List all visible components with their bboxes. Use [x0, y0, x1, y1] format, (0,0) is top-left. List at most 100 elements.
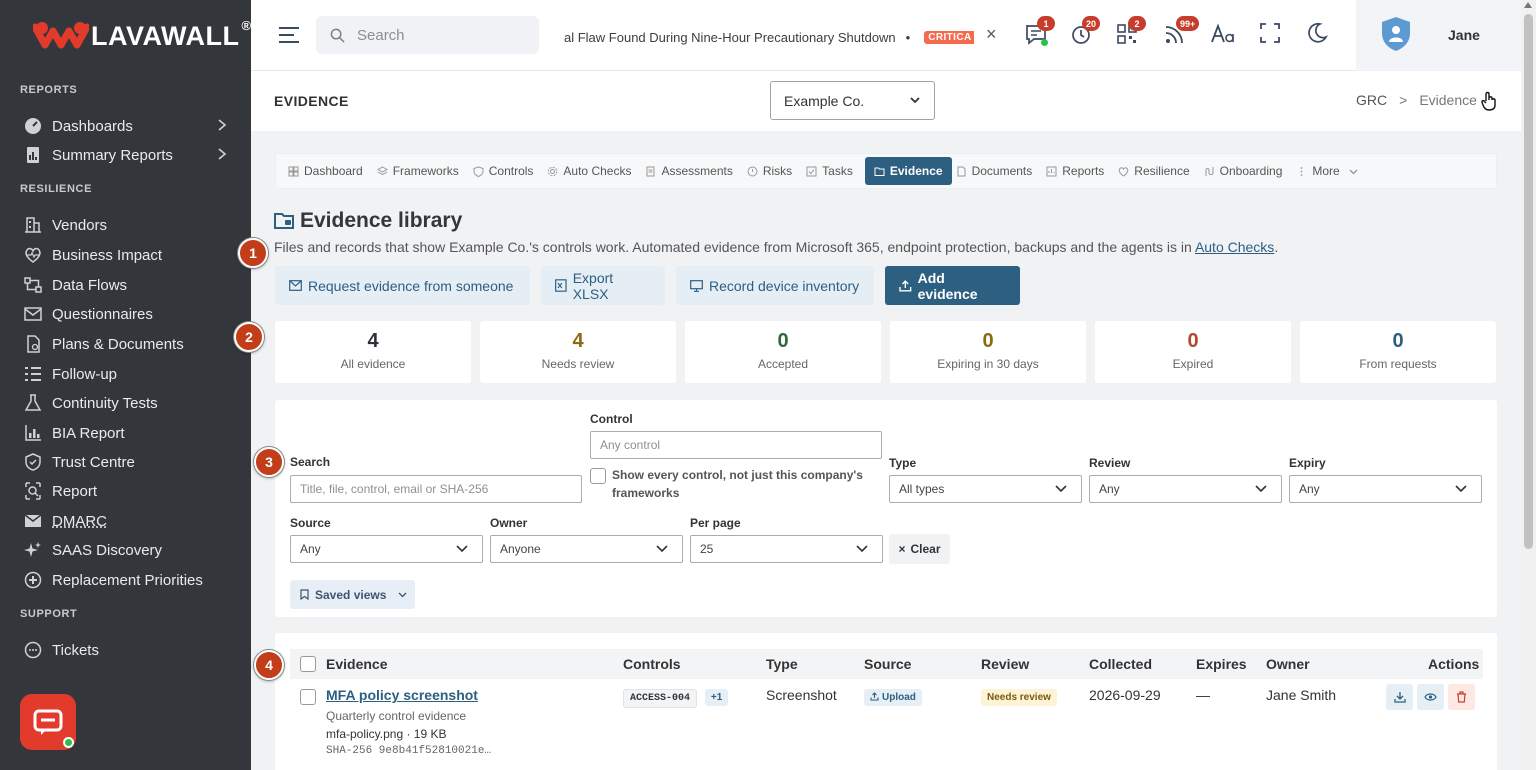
- sidebar-item-dmarc[interactable]: DMARC: [24, 509, 236, 533]
- news-ticker[interactable]: al Flaw Found During Nine-Hour Precautio…: [554, 28, 974, 46]
- select-all-checkbox[interactable]: [300, 656, 316, 672]
- request-evidence-button[interactable]: Request evidence from someone: [275, 266, 530, 305]
- review-filter-label: Review: [1089, 456, 1131, 470]
- sidebar-item-report[interactable]: Report: [24, 479, 236, 503]
- user-menu[interactable]: Jane: [1356, 0, 1521, 71]
- control-more-tag[interactable]: +1: [704, 689, 729, 706]
- sidebar-item-continuity-tests[interactable]: Continuity Tests: [24, 391, 236, 415]
- page-scrollbar[interactable]: [1521, 0, 1536, 770]
- shield-icon: [25, 453, 41, 471]
- tab-more[interactable]: More: [1294, 157, 1373, 185]
- sidebar-item-follow-up[interactable]: Follow-up: [24, 362, 236, 386]
- tab-documents[interactable]: Documents: [954, 157, 1043, 185]
- ticker-close-button[interactable]: ×: [986, 24, 997, 45]
- owner-filter-label: Owner: [490, 516, 528, 530]
- font-size-icon: [1211, 23, 1234, 43]
- per-page-select[interactable]: 25: [690, 535, 883, 563]
- tab-onboarding[interactable]: Onboarding: [1202, 157, 1293, 185]
- column-review[interactable]: Review: [981, 656, 1029, 672]
- feeds-button[interactable]: 99+: [1163, 16, 1200, 48]
- sidebar-item-saas-discovery[interactable]: SAAS Discovery: [24, 538, 236, 562]
- sidebar-item-replacement-priorities[interactable]: Replacement Priorities: [24, 568, 236, 592]
- column-expires[interactable]: Expires: [1196, 656, 1247, 672]
- tab-reports[interactable]: Reports: [1044, 157, 1114, 185]
- view-button[interactable]: [1417, 684, 1444, 710]
- record-device-inventory-button[interactable]: Record device inventory: [676, 266, 874, 305]
- column-evidence[interactable]: Evidence: [326, 656, 387, 672]
- source-filter-select[interactable]: Any: [290, 535, 483, 563]
- stat-needs-review[interactable]: 4 Needs review: [480, 321, 676, 383]
- stat-all-evidence[interactable]: 4 All evidence: [275, 321, 471, 383]
- company-select[interactable]: Example Co.: [770, 81, 935, 120]
- sidebar-item-vendors[interactable]: Vendors: [24, 213, 236, 237]
- global-search-input[interactable]: Search: [316, 16, 539, 54]
- row-checkbox[interactable]: [300, 689, 316, 705]
- sidebar-item-data-flows[interactable]: Data Flows: [24, 273, 236, 297]
- sidebar-item-dashboards[interactable]: Dashboards: [24, 114, 236, 138]
- sidebar-item-summary-reports[interactable]: Summary Reports: [24, 143, 236, 167]
- brand-logo[interactable]: LAVAWALL ®: [33, 18, 251, 54]
- tab-tasks[interactable]: Tasks: [804, 157, 863, 185]
- tab-label: Auto Checks: [563, 164, 632, 178]
- tab-resilience[interactable]: Resilience: [1116, 157, 1199, 185]
- expiry-filter-select[interactable]: Any: [1289, 475, 1482, 503]
- messages-button[interactable]: 1: [1024, 16, 1055, 48]
- text-size-button[interactable]: [1210, 22, 1236, 48]
- download-button[interactable]: [1386, 684, 1413, 710]
- clipboard-icon: [646, 166, 655, 176]
- control-filter-input[interactable]: Any control: [590, 431, 882, 459]
- sidebar-item-plans-documents[interactable]: Plans & Documents: [24, 332, 236, 356]
- tab-assessments[interactable]: Assessments: [643, 157, 742, 185]
- tab-dashboard[interactable]: Dashboard: [286, 157, 373, 185]
- sidebar-item-trust-centre[interactable]: Trust Centre: [24, 450, 236, 474]
- sidebar-item-questionnaires[interactable]: Questionnaires: [24, 302, 236, 326]
- evidence-search-input[interactable]: Title, file, control, email or SHA-256: [290, 475, 582, 503]
- type-filter-select[interactable]: All types: [889, 475, 1082, 503]
- tab-label: Tasks: [822, 164, 853, 178]
- envelope-check-icon: [24, 307, 42, 321]
- stat-expiring[interactable]: 0 Expiring in 30 days: [890, 321, 1086, 383]
- tab-auto-checks[interactable]: Auto Checks: [545, 157, 641, 185]
- auto-checks-link[interactable]: Auto Checks: [1195, 239, 1274, 255]
- delete-button[interactable]: [1448, 684, 1475, 710]
- tab-frameworks[interactable]: Frameworks: [375, 157, 469, 185]
- tab-risks[interactable]: Risks: [745, 157, 802, 185]
- menu-toggle-icon[interactable]: [278, 26, 300, 44]
- dark-mode-button[interactable]: [1306, 22, 1332, 48]
- alerts-button[interactable]: 20: [1069, 16, 1101, 48]
- stat-from-requests[interactable]: 0 From requests: [1300, 321, 1496, 383]
- column-controls[interactable]: Controls: [623, 656, 681, 672]
- scroll-up-arrow-icon[interactable]: [1524, 2, 1532, 8]
- main-content: Dashboard Frameworks Controls Auto Check…: [251, 131, 1521, 770]
- sidebar-item-bia-report[interactable]: BIA Report: [24, 421, 236, 445]
- sidebar: LAVAWALL ® REPORTS Dashboards Summary Rep…: [0, 0, 251, 770]
- export-xlsx-button[interactable]: Export XLSX: [541, 266, 665, 305]
- evidence-title-link[interactable]: MFA policy screenshot: [326, 687, 478, 703]
- owner-filter-select[interactable]: Anyone: [490, 535, 683, 563]
- tab-evidence[interactable]: Evidence: [864, 157, 952, 185]
- column-source[interactable]: Source: [864, 656, 911, 672]
- saved-views-button[interactable]: Saved views: [290, 580, 415, 609]
- tab-controls[interactable]: Controls: [471, 157, 544, 185]
- clear-filters-button[interactable]: × Clear: [889, 534, 950, 564]
- fullscreen-button[interactable]: [1259, 22, 1285, 48]
- sidebar-item-business-impact[interactable]: Business Impact: [24, 243, 236, 267]
- chat-button[interactable]: [20, 694, 76, 750]
- sidebar-item-tickets[interactable]: Tickets: [24, 638, 236, 662]
- column-owner[interactable]: Owner: [1266, 656, 1310, 672]
- review-filter-select[interactable]: Any: [1089, 475, 1282, 503]
- add-evidence-button[interactable]: Add evidence: [885, 266, 1020, 305]
- evidence-subtitle: Quarterly control evidence: [326, 709, 467, 723]
- stat-accepted[interactable]: 0 Accepted: [685, 321, 881, 383]
- column-type[interactable]: Type: [766, 656, 798, 672]
- sidebar-item-label: DMARC: [52, 512, 107, 530]
- stat-label: All evidence: [340, 357, 406, 371]
- show-all-controls-checkbox[interactable]: [590, 468, 606, 484]
- control-tag[interactable]: ACCESS-004: [623, 689, 698, 708]
- qr-button[interactable]: 2: [1115, 16, 1146, 48]
- breadcrumb-grc[interactable]: GRC: [1356, 92, 1387, 108]
- column-collected[interactable]: Collected: [1089, 656, 1152, 672]
- stat-expired[interactable]: 0 Expired: [1095, 321, 1291, 383]
- scrollbar-thumb[interactable]: [1524, 14, 1533, 549]
- callout-2: 2: [234, 322, 264, 352]
